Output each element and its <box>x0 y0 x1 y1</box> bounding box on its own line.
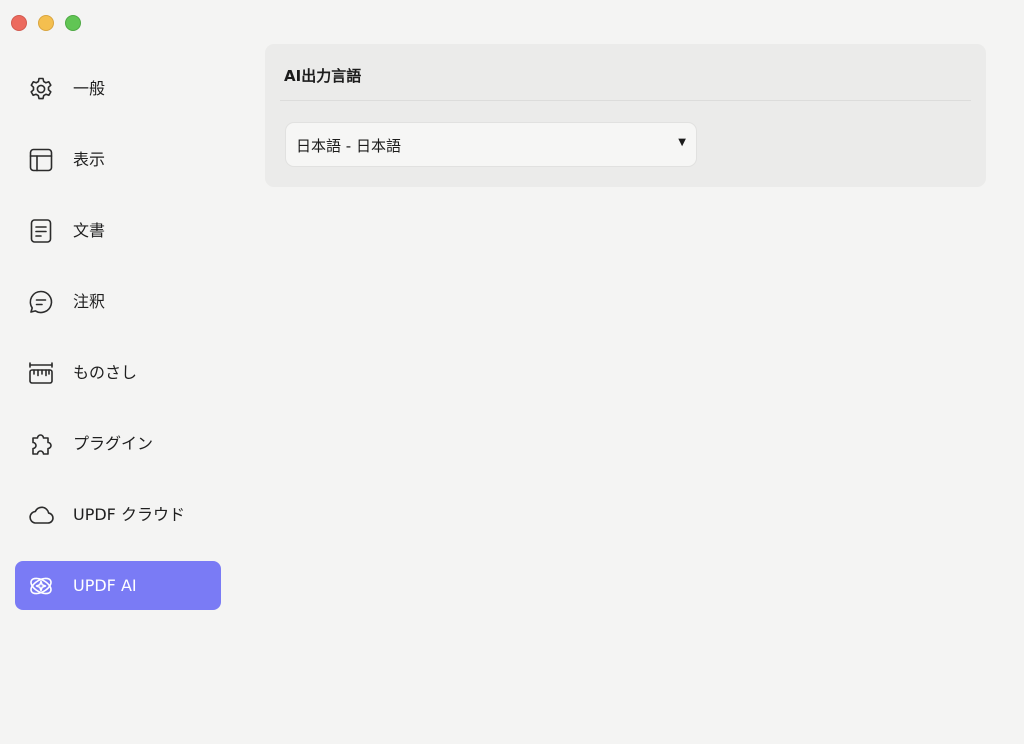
divider <box>280 100 971 101</box>
sidebar-item-label: 文書 <box>73 221 106 240</box>
sidebar-item-label: 一般 <box>73 79 106 98</box>
sidebar-item-label: 表示 <box>73 150 106 169</box>
zoom-window-button[interactable] <box>65 15 81 31</box>
close-window-button[interactable] <box>11 15 27 31</box>
sidebar-item-label: プラグイン <box>73 434 154 453</box>
language-select-value: 日本語 - 日本語 <box>296 137 401 155</box>
comment-icon <box>27 288 55 316</box>
preferences-window: 一般 表示 文書 注釈 ものさし プラグイン UPDF クラウド UPDF AI… <box>0 0 1024 744</box>
sidebar-item-label: UPDF クラウド <box>73 505 185 524</box>
sidebar-item-updf-ai[interactable]: UPDF AI <box>15 561 221 610</box>
sidebar-item-ruler[interactable]: ものさし <box>15 348 221 397</box>
window-controls <box>11 15 81 31</box>
puzzle-icon <box>27 430 55 458</box>
chevron-down-icon: ▼ <box>678 137 686 148</box>
layout-icon <box>27 146 55 174</box>
sidebar-item-plugins[interactable]: プラグイン <box>15 419 221 468</box>
ai-sparkle-icon <box>27 572 55 600</box>
sidebar-item-document[interactable]: 文書 <box>15 206 221 255</box>
sidebar-item-label: 注釈 <box>73 292 106 311</box>
cloud-icon <box>27 501 55 529</box>
sidebar-item-annotation[interactable]: 注釈 <box>15 277 221 326</box>
gear-icon <box>27 75 55 103</box>
sidebar-item-label: ものさし <box>73 363 138 382</box>
sidebar-item-label: UPDF AI <box>73 576 137 595</box>
language-select[interactable]: 日本語 - 日本語 ▼ <box>286 123 696 166</box>
sidebar-item-cloud[interactable]: UPDF クラウド <box>15 490 221 539</box>
document-icon <box>27 217 55 245</box>
settings-sidebar: 一般 表示 文書 注釈 ものさし プラグイン UPDF クラウド UPDF AI <box>15 64 221 632</box>
sidebar-item-display[interactable]: 表示 <box>15 135 221 184</box>
ai-output-language-panel: AI出力言語 日本語 - 日本語 ▼ <box>265 44 986 187</box>
section-title: AI出力言語 <box>284 67 362 85</box>
ruler-icon <box>27 359 55 387</box>
minimize-window-button[interactable] <box>38 15 54 31</box>
sidebar-item-general[interactable]: 一般 <box>15 64 221 113</box>
